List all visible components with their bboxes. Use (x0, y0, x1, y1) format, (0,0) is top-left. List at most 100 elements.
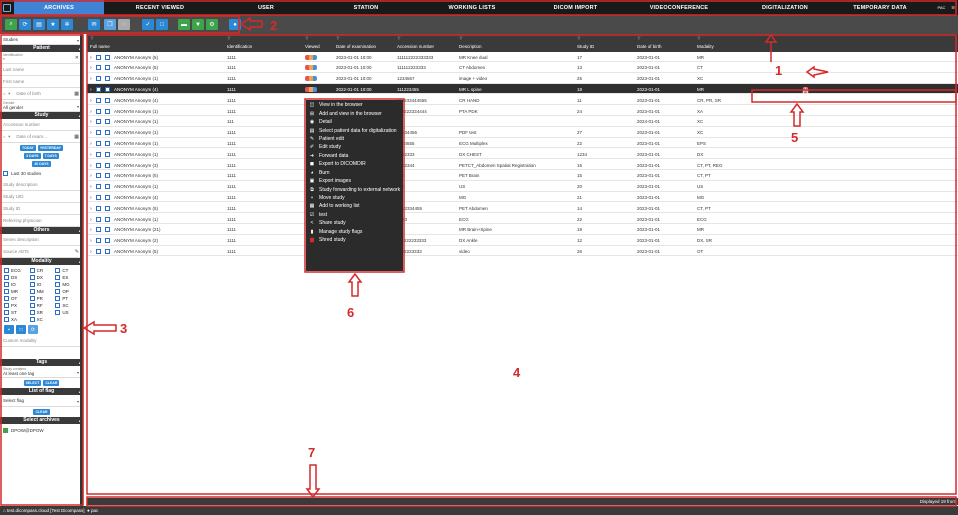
sliders-icon[interactable]: ⚙ (206, 19, 218, 30)
context-menu-item[interactable]: ◼ Export to DICOMDIR (306, 160, 403, 168)
column-filter-icon[interactable]: ⊤ (459, 36, 463, 42)
view-select[interactable]: Studies ▾ (0, 34, 83, 45)
filter-icon[interactable]: ▼ (192, 19, 204, 30)
flag-clear-button[interactable]: CLEAR (33, 409, 50, 415)
modality-checkbox[interactable] (29, 267, 35, 273)
expand-chevron-icon[interactable]: › (90, 152, 92, 158)
modality-option[interactable]: MG (55, 281, 79, 287)
modality-option[interactable]: OT (4, 295, 28, 301)
table-row[interactable]: ›ANONYM Anonym (21)111133MR Brain+Spine1… (87, 225, 958, 235)
calendar-icon[interactable]: ▦ (74, 134, 79, 140)
modality-option[interactable]: US (55, 309, 79, 315)
modality-option[interactable]: SR (29, 309, 54, 315)
expand-chevron-icon[interactable]: › (90, 130, 92, 136)
context-menu-item[interactable]: ⑂ Move study (306, 194, 403, 202)
select-icon-blue[interactable] (96, 54, 101, 60)
date-of-exam-field[interactable]: = ▾ Date of exam... ▦ (0, 131, 83, 143)
expand-chevron-icon[interactable]: › (90, 87, 92, 93)
refresh-icon[interactable]: ⟳ (19, 19, 31, 30)
expand-chevron-icon[interactable]: › (90, 195, 92, 201)
column-header[interactable]: Identification (227, 44, 252, 49)
series-description-field[interactable]: Series description (0, 234, 83, 246)
column-header[interactable]: Modality (697, 44, 714, 49)
modality-checkbox[interactable] (4, 295, 9, 301)
table-row[interactable]: › ANONYM Anonym (5) 1111 1222334455 PET Abdo… (87, 203, 958, 214)
table-row[interactable]: ›ANONYM Anonym (5)1111345PET Brain152023… (87, 171, 958, 181)
modality-checkbox[interactable] (4, 267, 9, 273)
row-checkbox[interactable] (105, 86, 110, 92)
modality-checkbox[interactable] (29, 281, 35, 287)
table-row[interactable]: › ANONYM Anonym (1) 1111 112222334444 PTA PD… (87, 106, 958, 116)
column-filter-icon[interactable]: ⊤ (227, 36, 231, 42)
tab-dicom-import[interactable]: DICOM IMPORT (528, 0, 623, 15)
clear-icon[interactable]: ✕ (75, 55, 79, 61)
modality-checkbox[interactable] (4, 309, 9, 315)
row-checkbox[interactable] (105, 205, 110, 211)
modality-option[interactable]: SC (55, 302, 79, 308)
expand-chevron-icon[interactable]: › (90, 119, 92, 125)
row-checkbox[interactable] (105, 248, 110, 254)
today-button[interactable]: TODAY (20, 145, 36, 151)
modality-checkbox[interactable] (4, 316, 9, 322)
modality-option[interactable]: CT (55, 267, 79, 273)
table-row[interactable]: › ANONYM Anonym (1) 111 2024-01-01 XC (87, 117, 958, 127)
expand-chevron-icon[interactable]: › (90, 98, 92, 104)
last30-checkbox[interactable] (3, 170, 8, 176)
context-menu-item[interactable]: ◫ View in the browser (306, 101, 403, 109)
select-icon-blue[interactable] (96, 108, 101, 114)
context-menu-item[interactable]: ▣ Export images (306, 177, 403, 185)
study-id-field[interactable]: Study ID (0, 203, 83, 215)
table-row[interactable]: › ANONYM Anonym (1) 1111 2023-01-01 10:00 12… (87, 74, 958, 84)
tab-digitalization[interactable]: DIGITALIZATION (735, 0, 835, 15)
modality-checkbox[interactable] (29, 302, 35, 308)
tab-archives[interactable]: ARCHIVES (14, 0, 104, 15)
mail-icon[interactable]: ✉ (88, 19, 100, 30)
modality-option[interactable]: IO (29, 281, 54, 287)
table-row[interactable]: › ANONYM Anonym (1) 1111 1234555 ECG Multipl… (87, 138, 958, 149)
tab-station[interactable]: STATION (316, 0, 416, 15)
check-icon[interactable]: ✓ (142, 19, 154, 30)
context-menu-item[interactable]: ⊞ Add and view in the browser (306, 109, 403, 117)
modality-option[interactable]: OP (55, 288, 79, 294)
context-menu-item[interactable]: < Share study (306, 219, 403, 227)
row-checkbox[interactable] (105, 184, 110, 190)
context-menu-item[interactable]: ◕ Burn (306, 169, 403, 177)
expand-chevron-icon[interactable]: › (90, 217, 92, 223)
table-row[interactable]: › ANONYM Anonym (5) 1111 1122223333 video 26 2… (87, 246, 958, 257)
column-filter-icon[interactable]: ⊤ (637, 36, 641, 42)
search-icon[interactable]: ⌕ (5, 19, 17, 30)
expand-chevron-icon[interactable]: › (90, 206, 92, 212)
select-icon-blue[interactable] (96, 205, 101, 211)
select-icon-blue[interactable] (96, 162, 101, 168)
dob-op-select[interactable]: = ▾ (3, 91, 10, 97)
date-of-birth-field[interactable]: = ▾ Date of birth ▦ (0, 88, 83, 100)
modality-option[interactable]: ES (55, 274, 79, 280)
expand-chevron-icon[interactable]: › (90, 76, 92, 82)
modality-option[interactable]: PR (29, 295, 54, 301)
column-header[interactable]: Date of birth (637, 44, 662, 49)
row-checkbox[interactable] (105, 162, 110, 168)
tab-recent-viewed[interactable]: RECENT VIEWED (104, 0, 216, 15)
table-row[interactable]: ›ANONYM Anonym (1)1111456US202023-01-01U… (87, 182, 958, 192)
modality-checkbox[interactable] (55, 267, 61, 273)
archive-row[interactable]: DPOW@DPOW (0, 424, 83, 436)
select-icon-blue[interactable] (96, 194, 101, 200)
deselect-icon[interactable]: □ (16, 325, 26, 334)
row-checkbox[interactable] (105, 76, 110, 82)
select-icon-blue[interactable] (96, 227, 101, 233)
modality-option[interactable]: XA (4, 316, 28, 322)
modality-option[interactable]: RF (29, 302, 54, 308)
row-checkbox[interactable] (105, 151, 110, 157)
tab-videoconference[interactable]: VIDEOCONFERENCE (623, 0, 735, 15)
context-menu-item[interactable]: ▮ Manage study flags (306, 228, 403, 236)
modality-checkbox[interactable] (55, 295, 61, 301)
modality-option[interactable]: ST (4, 309, 28, 315)
row-checkbox[interactable] (105, 227, 110, 233)
modality-option[interactable]: CR (29, 267, 54, 273)
gender-select[interactable]: Gender All gender ▾ (0, 100, 83, 112)
modality-checkbox[interactable] (29, 288, 35, 294)
column-header[interactable]: Date of examination (336, 44, 376, 49)
table-row[interactable]: › ANONYM Anonym (5) 1111 2023-01-01 10:00 11… (87, 52, 958, 62)
context-menu-item[interactable]: ▦ Add to working list (306, 202, 403, 210)
chat-icon[interactable]: ▬ (178, 19, 190, 30)
